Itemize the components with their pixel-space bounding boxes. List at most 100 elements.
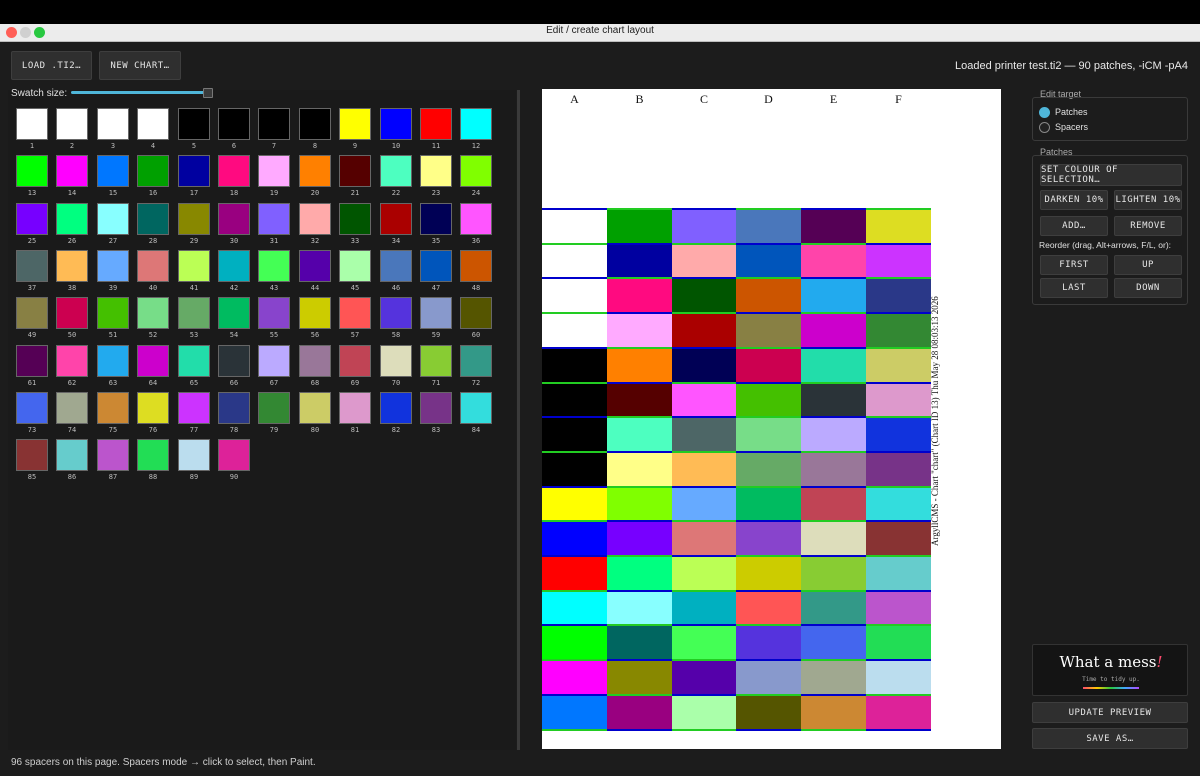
swatch[interactable] (460, 250, 492, 282)
swatch[interactable] (178, 108, 210, 140)
slider-handle[interactable] (203, 88, 213, 98)
chart-patch[interactable] (736, 208, 801, 243)
chart-patch[interactable] (801, 243, 866, 277)
chart-patch[interactable] (672, 277, 736, 312)
swatch[interactable] (178, 203, 210, 235)
spacer-line[interactable] (672, 729, 736, 731)
first-button[interactable]: FIRST (1040, 255, 1108, 275)
chart-patch[interactable] (866, 382, 931, 416)
chart-patch[interactable] (866, 555, 931, 590)
chart-patch[interactable] (542, 520, 607, 555)
swatch[interactable] (258, 297, 290, 329)
swatch[interactable] (178, 439, 210, 471)
chart-patch[interactable] (542, 382, 607, 416)
swatch[interactable] (420, 108, 452, 140)
chart-patch[interactable] (736, 486, 801, 520)
swatch[interactable] (56, 392, 88, 424)
panel-splitter[interactable] (517, 90, 520, 750)
chart-patch[interactable] (801, 555, 866, 590)
swatch[interactable] (97, 297, 129, 329)
swatch[interactable] (178, 250, 210, 282)
chart-patch[interactable] (866, 243, 931, 277)
chart-patch[interactable] (607, 486, 672, 520)
swatch[interactable] (420, 345, 452, 377)
chart-patch[interactable] (736, 520, 801, 555)
chart-patch[interactable] (607, 312, 672, 347)
swatch[interactable] (16, 439, 48, 471)
swatch[interactable] (178, 345, 210, 377)
add-button[interactable]: ADD… (1040, 216, 1108, 236)
swatch[interactable] (380, 297, 412, 329)
chart-patch[interactable] (542, 451, 607, 486)
chart-patch[interactable] (801, 416, 866, 451)
swatch[interactable] (339, 250, 371, 282)
swatch[interactable] (16, 345, 48, 377)
chart-patch[interactable] (736, 555, 801, 590)
chart-patch[interactable] (607, 624, 672, 659)
up-button[interactable]: UP (1114, 255, 1182, 275)
swatch[interactable] (137, 345, 169, 377)
swatch[interactable] (339, 297, 371, 329)
chart-patch[interactable] (801, 312, 866, 347)
swatch[interactable] (137, 155, 169, 187)
swatch[interactable] (258, 392, 290, 424)
chart-patch[interactable] (607, 243, 672, 277)
chart-patch[interactable] (801, 451, 866, 486)
chart-patch[interactable] (542, 590, 607, 624)
chart-patch[interactable] (736, 659, 801, 694)
chart-patch[interactable] (607, 659, 672, 694)
darken-button[interactable]: DARKEN 10% (1040, 190, 1108, 210)
swatch[interactable] (420, 203, 452, 235)
swatch[interactable] (258, 250, 290, 282)
chart-patch[interactable] (542, 486, 607, 520)
spacer-line[interactable] (736, 729, 801, 731)
new-chart-button[interactable]: NEW CHART… (99, 51, 181, 80)
chart-patch[interactable] (801, 486, 866, 520)
chart-patch[interactable] (542, 312, 607, 347)
chart-patch[interactable] (801, 277, 866, 312)
chart-patch[interactable] (672, 659, 736, 694)
chart-patch[interactable] (736, 451, 801, 486)
chart-patch[interactable] (607, 208, 672, 243)
spacer-line[interactable] (607, 729, 672, 731)
swatch[interactable] (137, 250, 169, 282)
spacer-line[interactable] (801, 729, 866, 731)
chart-patch[interactable] (801, 624, 866, 659)
chart-patch[interactable] (607, 277, 672, 312)
swatch[interactable] (16, 392, 48, 424)
chart-patch[interactable] (542, 347, 607, 382)
swatch[interactable] (97, 108, 129, 140)
swatch[interactable] (16, 297, 48, 329)
chart-patch[interactable] (672, 694, 736, 729)
chart-patch[interactable] (866, 659, 931, 694)
chart-patch[interactable] (607, 590, 672, 624)
chart-patch[interactable] (672, 486, 736, 520)
swatch[interactable] (97, 392, 129, 424)
chart-patch[interactable] (672, 382, 736, 416)
chart-patch[interactable] (607, 382, 672, 416)
swatch[interactable] (218, 345, 250, 377)
swatch[interactable] (16, 250, 48, 282)
swatch[interactable] (16, 155, 48, 187)
swatch[interactable] (97, 155, 129, 187)
swatch[interactable] (299, 250, 331, 282)
swatch[interactable] (299, 155, 331, 187)
swatch[interactable] (137, 439, 169, 471)
swatch[interactable] (339, 108, 371, 140)
swatch[interactable] (258, 155, 290, 187)
swatch[interactable] (380, 203, 412, 235)
chart-patch[interactable] (736, 416, 801, 451)
chart-patch[interactable] (672, 590, 736, 624)
chart-patch[interactable] (801, 520, 866, 555)
swatch[interactable] (218, 108, 250, 140)
chart-patch[interactable] (672, 208, 736, 243)
chart-patch[interactable] (736, 277, 801, 312)
swatch[interactable] (380, 345, 412, 377)
swatch[interactable] (97, 439, 129, 471)
spacer-line[interactable] (542, 729, 607, 731)
swatch[interactable] (460, 392, 492, 424)
chart-patch[interactable] (866, 277, 931, 312)
swatch[interactable] (218, 250, 250, 282)
swatch[interactable] (380, 108, 412, 140)
swatch[interactable] (97, 203, 129, 235)
